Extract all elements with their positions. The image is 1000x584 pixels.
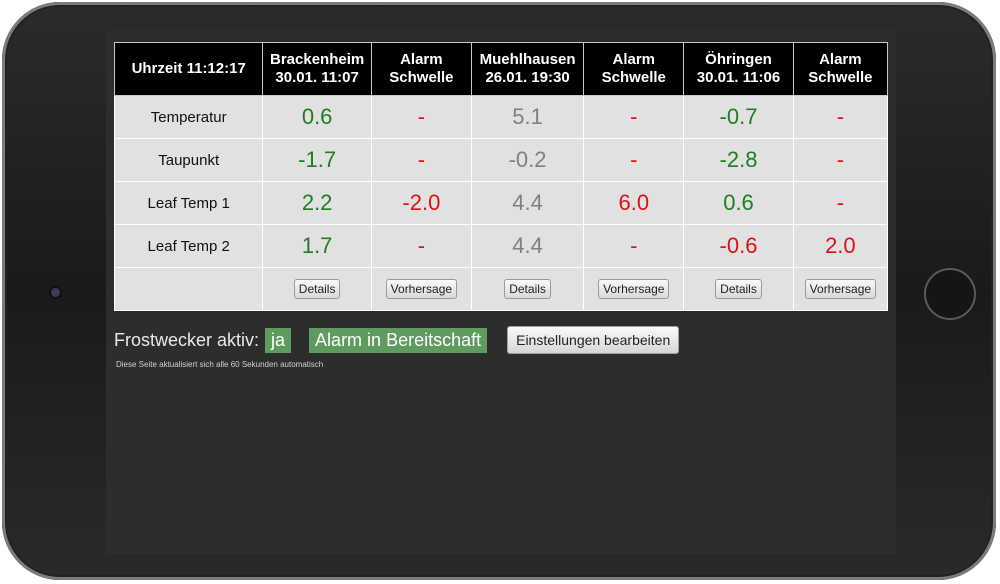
status-bar: Frostwecker aktiv: ja Alarm in Bereitsch… xyxy=(114,326,680,354)
column-header: Alarm Schwelle xyxy=(792,42,889,96)
screen: Uhrzeit 11:12:17 Brackenheim 30.01. 11:07… xyxy=(106,30,896,554)
row-label: Leaf Temp 2 xyxy=(113,224,264,268)
value-cell: -2.0 xyxy=(370,181,472,225)
value-cell: - xyxy=(583,95,685,139)
weather-table: Uhrzeit 11:12:17 Brackenheim 30.01. 11:07… xyxy=(113,42,889,311)
value-cell: 0.6 xyxy=(262,95,372,139)
empty-cell xyxy=(113,267,264,311)
value-cell: 1.7 xyxy=(262,224,372,268)
forecast-button[interactable]: Vorhersage xyxy=(385,279,458,299)
value-cell: 2.2 xyxy=(262,181,372,225)
value-cell: 5.1 xyxy=(470,95,585,139)
table-row: Leaf Temp 1 2.2 -2.0 4.4 6.0 0.6- xyxy=(113,181,889,225)
alarm-header: Alarm xyxy=(400,51,443,68)
alarm-header: Alarm xyxy=(612,51,656,68)
refresh-note: Diese Seite aktualisiert sich alle 60 Se… xyxy=(116,360,324,369)
column-header: Öhringen 30.01. 11:06 xyxy=(683,42,794,96)
tablet-frame: Uhrzeit 11:12:17 Brackenheim 30.01. 11:07… xyxy=(2,2,996,580)
edit-settings-button[interactable]: Einstellungen bearbeiten xyxy=(507,326,680,354)
button-row: Details Vorhersage Details Vorhersage Detail… xyxy=(113,267,889,311)
value-cell: - xyxy=(370,95,472,139)
column-header: Alarm Schwelle xyxy=(370,42,472,96)
forecast-button[interactable]: Vorhersage xyxy=(598,279,670,299)
details-button[interactable]: Details xyxy=(504,279,551,299)
station-timestamp: 26.01. 19:30 xyxy=(485,69,570,86)
column-header: Brackenheim 30.01. 11:07 xyxy=(262,42,372,96)
details-button[interactable]: Details xyxy=(715,279,762,299)
value-cell: 2.0 xyxy=(792,224,889,268)
value-cell: - xyxy=(583,224,685,268)
value-cell: -0.2 xyxy=(470,138,585,182)
button-cell: Details xyxy=(683,267,794,311)
value-cell: -1.7 xyxy=(262,138,372,182)
threshold-header: Schwelle xyxy=(601,69,666,86)
threshold-header: Schwelle xyxy=(389,69,454,86)
value-cell: - xyxy=(583,138,685,182)
value-cell: 4.4 xyxy=(470,224,585,268)
station-name: Öhringen xyxy=(705,51,772,68)
value-cell: 6.0 xyxy=(583,181,685,225)
camera-dot xyxy=(51,288,60,297)
table-row: Leaf Temp 2 1.7-4.4- -0.6 2.0 xyxy=(113,224,889,268)
frost-alarm-label: Frostwecker aktiv: xyxy=(114,329,260,350)
value-cell: 0.6 xyxy=(683,181,794,225)
value-cell: - xyxy=(370,138,472,182)
table-row: Taupunkt -1.7- -0.2- -2.8- xyxy=(113,138,889,182)
button-cell: Details xyxy=(262,267,372,311)
row-label: Temperatur xyxy=(113,95,264,139)
alarm-header: Alarm xyxy=(819,51,862,68)
time-header: Uhrzeit 11:12:17 xyxy=(113,42,264,96)
button-cell: Vorhersage xyxy=(792,267,889,311)
frost-alarm-value: ja xyxy=(265,327,292,353)
value-cell: -0.7 xyxy=(683,95,794,139)
station-timestamp: 30.01. 11:06 xyxy=(696,69,781,86)
value-cell: 4.4 xyxy=(470,181,585,225)
value-cell: - xyxy=(792,181,889,225)
button-cell: Details xyxy=(470,267,585,311)
button-cell: Vorhersage xyxy=(370,267,472,311)
current-time: Uhrzeit 11:12:17 xyxy=(131,60,246,77)
alarm-state-badge: Alarm in Bereitschaft xyxy=(309,327,488,353)
value-cell: - xyxy=(792,95,889,139)
button-cell: Vorhersage xyxy=(583,267,685,311)
value-cell: - xyxy=(370,224,472,268)
column-header: Muehlhausen 26.01. 19:30 xyxy=(470,42,585,96)
header-row: Uhrzeit 11:12:17 Brackenheim 30.01. 11:07… xyxy=(113,42,889,96)
home-button[interactable] xyxy=(924,268,976,320)
station-name: Muehlhausen xyxy=(479,51,576,68)
table-row: Temperatur 0.6-5.1- -0.7- xyxy=(113,95,889,139)
station-timestamp: 30.01. 11:07 xyxy=(275,69,359,86)
station-name: Brackenheim xyxy=(270,51,365,68)
value-cell: - xyxy=(792,138,889,182)
forecast-button[interactable]: Vorhersage xyxy=(804,279,877,299)
threshold-header: Schwelle xyxy=(808,69,873,86)
value-cell: -0.6 xyxy=(683,224,794,268)
row-label: Leaf Temp 1 xyxy=(113,181,264,225)
row-label: Taupunkt xyxy=(113,138,264,182)
column-header: Alarm Schwelle xyxy=(583,42,685,96)
details-button[interactable]: Details xyxy=(293,279,341,299)
value-cell: -2.8 xyxy=(683,138,794,182)
